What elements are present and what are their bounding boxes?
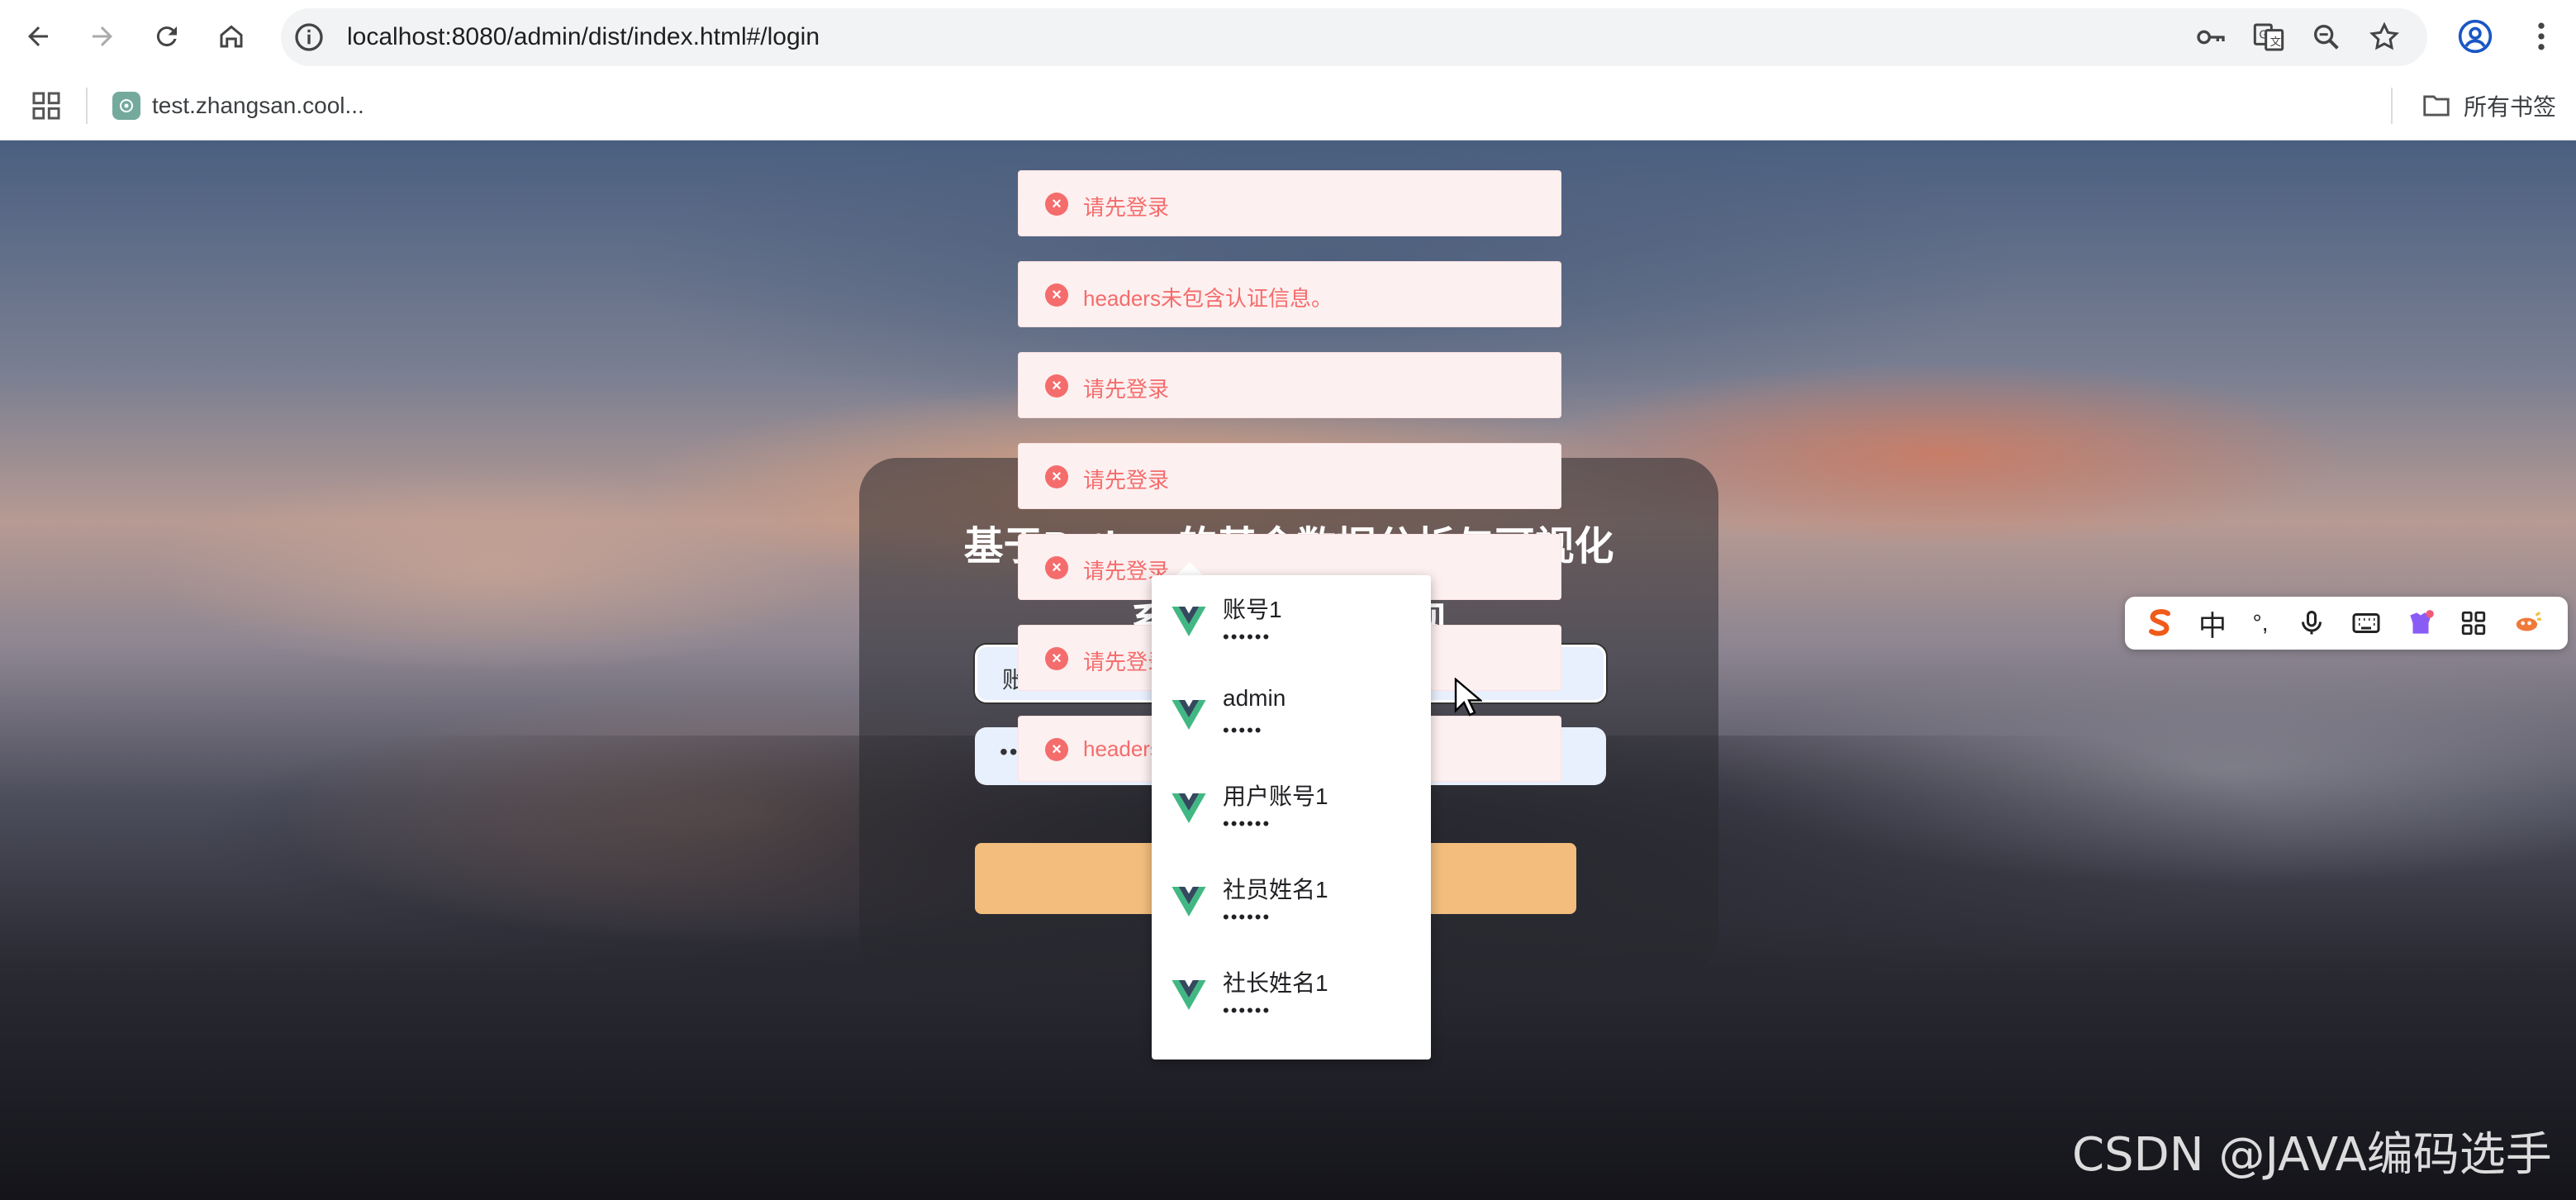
bookmarks-divider-right xyxy=(2391,88,2393,124)
bookmark-label: test.zhangsan.cool... xyxy=(152,93,364,118)
ime-toolbar: 中 °, xyxy=(2125,597,2568,650)
error-toast: × 请先登录 xyxy=(1018,170,1561,236)
autofill-item[interactable]: 用户账号1 •••••• xyxy=(1152,762,1431,855)
error-circle-icon: × xyxy=(1045,738,1068,761)
vue-logo-icon xyxy=(1172,607,1206,636)
autofill-item[interactable]: 社员姓名1 •••••• xyxy=(1152,855,1431,949)
toolbox-grid-icon[interactable] xyxy=(2455,605,2492,641)
watermark-text: CSDN @JAVA编码选手 xyxy=(2072,1128,2552,1182)
error-circle-icon: × xyxy=(1045,556,1068,579)
keyboard-icon[interactable] xyxy=(2348,605,2384,641)
autofill-item[interactable]: 社长姓名1 •••••• xyxy=(1152,949,1431,1042)
ime-language-toggle[interactable]: 中 xyxy=(2194,605,2231,642)
error-circle-icon: × xyxy=(1045,465,1068,488)
reload-button[interactable] xyxy=(142,12,192,61)
autofill-password: •••••• xyxy=(1223,1000,1271,1021)
error-circle-icon: × xyxy=(1045,374,1068,398)
toast-message: headers xyxy=(1083,736,1161,761)
error-circle-icon: × xyxy=(1045,193,1068,216)
ime-mascot-icon[interactable] xyxy=(2510,605,2546,641)
chatgpt-favicon-icon xyxy=(112,92,140,120)
bookmarks-divider xyxy=(86,88,88,124)
bookmark-star-icon[interactable] xyxy=(2368,21,2401,54)
autofill-item[interactable]: 账号1 •••••• xyxy=(1152,575,1431,669)
folder-icon xyxy=(2423,95,2450,117)
profile-icon[interactable] xyxy=(2457,18,2493,55)
address-bar[interactable]: localhost:8080/admin/dist/index.html#/lo… xyxy=(281,8,2427,66)
autofill-password: •••••• xyxy=(1223,907,1271,927)
translate-icon[interactable]: G文 xyxy=(2252,21,2285,54)
bookmark-item[interactable]: test.zhangsan.cool... xyxy=(112,86,364,126)
home-button[interactable] xyxy=(207,12,256,61)
kebab-menu-icon[interactable] xyxy=(2523,18,2559,55)
reload-icon xyxy=(156,26,177,47)
all-bookmarks-button[interactable]: 所有书签 xyxy=(2421,86,2556,126)
error-circle-icon: × xyxy=(1045,283,1068,307)
toast-message: 请先登录 xyxy=(1083,468,1170,493)
autofill-username: 用户账号1 xyxy=(1223,783,1328,809)
error-circle-icon: × xyxy=(1045,647,1068,670)
autofill-dropdown: 账号1 •••••• admin ••••• 用户账号1 •••••• 社员姓名… xyxy=(1152,575,1431,1060)
error-toast: × 请先登录 xyxy=(1018,352,1561,418)
vue-logo-icon xyxy=(1172,980,1206,1010)
url-text[interactable]: localhost:8080/admin/dist/index.html#/lo… xyxy=(347,23,820,51)
vue-logo-icon xyxy=(1172,793,1206,823)
svg-text:G: G xyxy=(2259,30,2267,42)
forward-arrow-icon xyxy=(93,26,112,46)
back-arrow-icon xyxy=(28,26,48,46)
all-bookmarks-label: 所有书签 xyxy=(2464,94,2557,120)
bookmarks-bar: test.zhangsan.cool... 所有书签 xyxy=(0,73,2576,140)
site-info-icon[interactable] xyxy=(292,21,326,54)
microphone-icon[interactable] xyxy=(2293,605,2330,641)
autofill-item[interactable]: admin ••••• xyxy=(1152,669,1431,762)
autofill-password: ••••• xyxy=(1223,720,1263,740)
vue-logo-icon xyxy=(1172,700,1206,730)
autofill-password: •••••• xyxy=(1223,626,1271,647)
autofill-password: •••••• xyxy=(1223,813,1271,834)
skin-icon[interactable] xyxy=(2403,605,2439,641)
password-key-icon[interactable] xyxy=(2194,21,2227,54)
autofill-username: 账号1 xyxy=(1223,597,1282,622)
error-toast: × headers未包含认证信息。 xyxy=(1018,261,1561,327)
browser-toolbar: localhost:8080/admin/dist/index.html#/lo… xyxy=(0,0,2576,73)
mouse-cursor-icon xyxy=(1454,678,1482,717)
error-toast: × 请先登录 xyxy=(1018,443,1561,509)
home-icon xyxy=(220,25,243,48)
forward-button[interactable] xyxy=(78,12,127,61)
back-button[interactable] xyxy=(13,12,63,61)
toast-message: 请先登录 xyxy=(1083,377,1170,402)
svg-text:文: 文 xyxy=(2270,36,2281,49)
toast-message: headers未包含认证信息。 xyxy=(1083,286,1333,311)
sogou-logo-icon[interactable] xyxy=(2141,605,2178,641)
autofill-username: admin xyxy=(1223,685,1286,711)
toast-message: 请先登录 xyxy=(1083,195,1170,220)
vue-logo-icon xyxy=(1172,887,1206,917)
autofill-username: 社长姓名1 xyxy=(1223,970,1328,996)
apps-grid-icon[interactable] xyxy=(30,89,63,122)
password-value: •• xyxy=(1000,739,1019,764)
ime-punctuation-toggle[interactable]: °, xyxy=(2242,605,2279,641)
zoom-icon[interactable] xyxy=(2310,21,2343,54)
autofill-username: 社员姓名1 xyxy=(1223,877,1328,902)
